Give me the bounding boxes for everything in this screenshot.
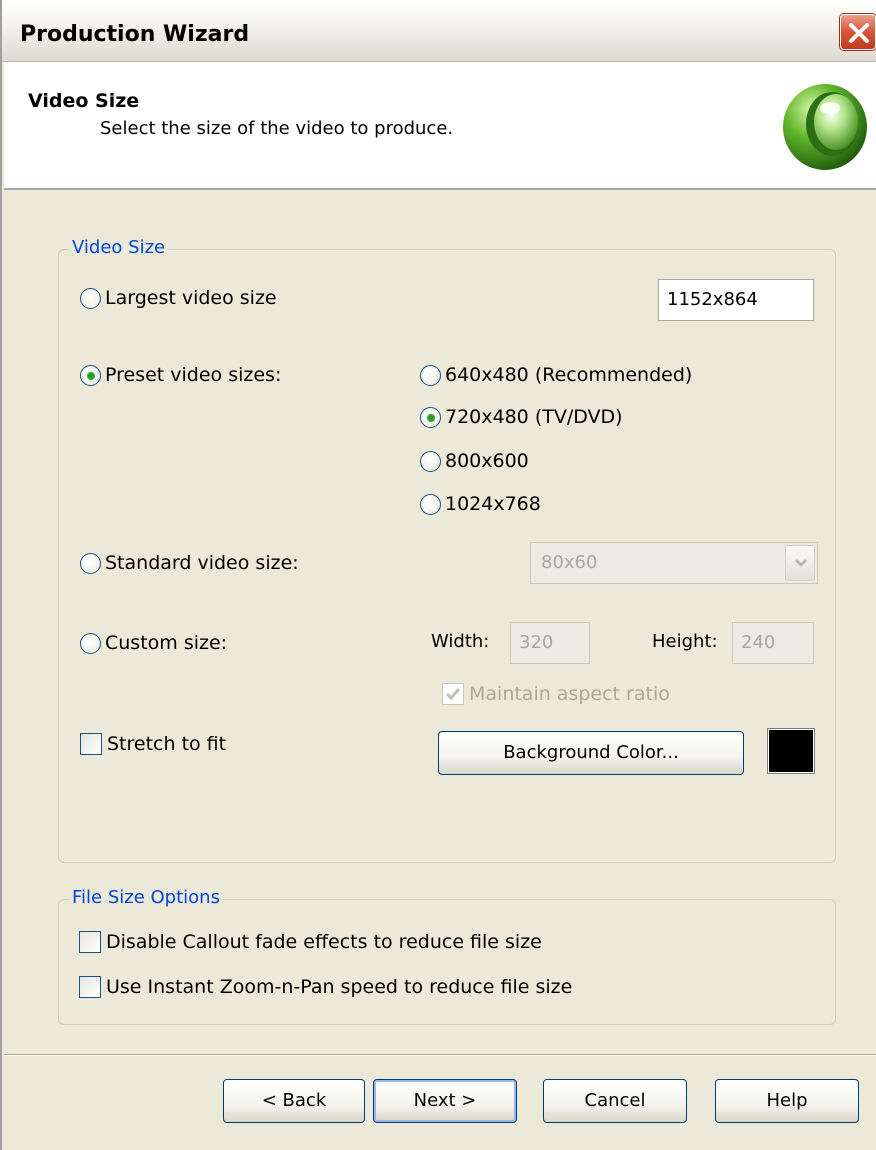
standard-size-value: 80x60: [541, 552, 598, 573]
title-bar: Production Wizard: [2, 0, 876, 62]
back-button[interactable]: < Back: [223, 1079, 365, 1123]
instant-zoom-pan-checkbox[interactable]: Use Instant Zoom-n-Pan speed to reduce f…: [79, 976, 572, 998]
standard-size-dropdown-button[interactable]: [785, 545, 815, 581]
preset-video-sizes-radio[interactable]: Preset video sizes:: [80, 364, 281, 386]
standard-video-size-radio[interactable]: Standard video size:: [80, 552, 299, 574]
standard-radio-circle[interactable]: [80, 552, 101, 574]
stretch-to-fit-checkbox[interactable]: Stretch to fit: [80, 733, 226, 755]
preset-video-sizes-label: Preset video sizes:: [105, 364, 282, 386]
disable-callout-fade-label: Disable Callout fade effects to reduce f…: [106, 931, 542, 953]
stretch-box[interactable]: [80, 733, 102, 755]
standard-video-size-label: Standard video size:: [105, 552, 299, 574]
preset-800-circle[interactable]: [420, 450, 441, 472]
page-subtitle: Select the size of the video to produce.: [100, 118, 454, 139]
largest-video-size-label: Largest video size: [105, 287, 277, 309]
maintain-aspect-box[interactable]: [442, 683, 464, 705]
preset-800x600-radio[interactable]: 800x600: [420, 450, 529, 472]
video-size-group-label: Video Size: [69, 237, 169, 258]
close-icon: [849, 23, 869, 43]
custom-size-radio[interactable]: Custom size:: [80, 632, 227, 654]
checkmark-icon: [445, 688, 461, 701]
wizard-header: Video Size Select the size of the video …: [4, 62, 876, 190]
preset-720-label: 720x480 (TV/DVD): [445, 406, 623, 428]
file-size-options-label: File Size Options: [69, 887, 223, 908]
next-button[interactable]: Next >: [373, 1079, 517, 1123]
largest-size-display: 1152x864: [658, 279, 814, 321]
production-wizard-window: Production Wizard Video Size Select the …: [0, 0, 876, 1150]
preset-720x480-radio[interactable]: 720x480 (TV/DVD): [420, 406, 623, 428]
background-color-swatch[interactable]: [767, 728, 815, 774]
wizard-logo-icon: [783, 84, 867, 170]
background-color-button[interactable]: Background Color...: [438, 731, 744, 775]
height-input[interactable]: 240: [732, 622, 814, 664]
height-label: Height:: [652, 631, 718, 652]
stretch-to-fit-label: Stretch to fit: [107, 733, 227, 755]
instant-zoom-box[interactable]: [79, 976, 101, 998]
largest-video-size-radio[interactable]: Largest video size: [80, 287, 277, 309]
preset-640-label: 640x480 (Recommended): [445, 364, 693, 386]
preset-radio-circle[interactable]: [80, 364, 101, 386]
disable-callout-box[interactable]: [79, 931, 101, 953]
width-label: Width:: [431, 631, 490, 652]
preset-640-circle[interactable]: [420, 364, 441, 386]
help-button[interactable]: Help: [715, 1079, 859, 1123]
disable-callout-fade-checkbox[interactable]: Disable Callout fade effects to reduce f…: [79, 931, 542, 953]
custom-size-label: Custom size:: [105, 632, 228, 654]
close-button[interactable]: [840, 14, 876, 50]
largest-radio-circle[interactable]: [80, 287, 101, 309]
custom-radio-circle[interactable]: [80, 632, 101, 654]
window-title: Production Wizard: [20, 22, 250, 47]
chevron-down-icon: [795, 559, 807, 567]
file-size-options-group: File Size Options: [58, 887, 836, 1025]
maintain-aspect-label: Maintain aspect ratio: [469, 683, 670, 705]
instant-zoom-pan-label: Use Instant Zoom-n-Pan speed to reduce f…: [106, 976, 573, 998]
preset-1024-circle[interactable]: [420, 493, 441, 515]
cancel-button[interactable]: Cancel: [543, 1079, 687, 1123]
width-input[interactable]: 320: [510, 622, 590, 664]
preset-720-circle[interactable]: [420, 406, 441, 428]
page-title: Video Size: [28, 90, 140, 112]
preset-1024-label: 1024x768: [445, 493, 541, 515]
preset-640x480-radio[interactable]: 640x480 (Recommended): [420, 364, 692, 386]
maintain-aspect-ratio-checkbox[interactable]: Maintain aspect ratio: [442, 683, 670, 705]
standard-size-select[interactable]: 80x60: [530, 542, 818, 584]
preset-800-label: 800x600: [445, 450, 529, 472]
preset-1024x768-radio[interactable]: 1024x768: [420, 493, 541, 515]
footer-divider: [4, 1054, 876, 1056]
